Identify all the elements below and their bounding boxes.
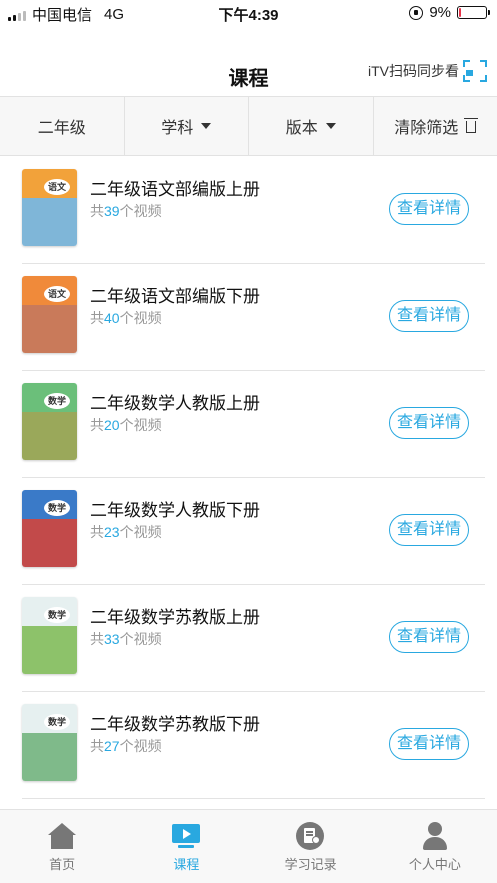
course-video-count: 共27个视频 bbox=[90, 736, 162, 756]
filter-subject[interactable]: 学科 bbox=[125, 97, 249, 155]
cover-label: 数学 bbox=[44, 500, 70, 516]
tab-courses-label: 课程 bbox=[173, 857, 200, 872]
course-title[interactable]: 二年级语文部编版下册 bbox=[90, 282, 260, 307]
course-item[interactable]: 数学 二年级数学人教版上册 共20个视频 查看详情 bbox=[22, 371, 485, 478]
filter-bar: 二年级 学科 版本 清除筛选 bbox=[0, 96, 497, 156]
cover-bottom bbox=[22, 519, 77, 567]
count-prefix: 共 bbox=[90, 310, 104, 326]
count-value: 39 bbox=[104, 203, 120, 219]
course-cover-image[interactable]: 数学 bbox=[22, 597, 77, 674]
scan-icon bbox=[463, 60, 487, 82]
course-item[interactable]: 语文 二年级语文部编版上册 共39个视频 查看详情 bbox=[22, 157, 485, 264]
course-icon bbox=[171, 822, 201, 850]
course-title[interactable]: 二年级数学苏教版上册 bbox=[90, 603, 260, 628]
itv-scan-button[interactable]: iTV扫码同步看 bbox=[368, 60, 487, 82]
course-item[interactable]: 数学 二年级数学苏教版上册 共33个视频 查看详情 bbox=[22, 585, 485, 692]
tab-courses[interactable]: 课程 bbox=[124, 810, 248, 883]
course-video-count: 共33个视频 bbox=[90, 629, 162, 649]
tab-home[interactable]: 首页 bbox=[0, 810, 124, 883]
course-video-count: 共23个视频 bbox=[90, 522, 162, 542]
filter-grade[interactable]: 二年级 bbox=[0, 97, 125, 155]
filter-grade-label: 二年级 bbox=[37, 120, 86, 137]
course-item[interactable]: 语文 二年级语文部编版下册 共40个视频 查看详情 bbox=[22, 264, 485, 371]
course-item[interactable]: 数学 二年级数学苏教版下册 共27个视频 查看详情 bbox=[22, 692, 485, 799]
course-cover-image[interactable]: 语文 bbox=[22, 169, 77, 246]
battery-icon bbox=[457, 6, 490, 19]
count-value: 23 bbox=[104, 524, 120, 540]
count-suffix: 个视频 bbox=[119, 738, 162, 754]
tab-profile-label: 个人中心 bbox=[408, 857, 461, 872]
trash-icon bbox=[464, 118, 479, 133]
course-title[interactable]: 二年级数学人教版下册 bbox=[90, 496, 260, 521]
record-icon bbox=[295, 822, 326, 850]
count-value: 40 bbox=[104, 310, 120, 326]
view-details-button[interactable]: 查看详情 bbox=[389, 300, 469, 332]
cover-label: 语文 bbox=[44, 179, 70, 195]
view-details-button[interactable]: 查看详情 bbox=[389, 728, 469, 760]
view-details-button[interactable]: 查看详情 bbox=[389, 514, 469, 546]
count-suffix: 个视频 bbox=[119, 417, 162, 433]
cover-label: 数学 bbox=[44, 714, 70, 730]
cover-bottom bbox=[22, 198, 77, 246]
orientation-lock-icon bbox=[409, 5, 424, 20]
filter-subject-label: 学科 bbox=[161, 120, 194, 137]
cover-bottom bbox=[22, 305, 77, 353]
filter-edition-label: 版本 bbox=[285, 120, 318, 137]
course-video-count: 共39个视频 bbox=[90, 201, 162, 221]
course-title[interactable]: 二年级语文部编版上册 bbox=[90, 175, 260, 200]
tab-profile[interactable]: 个人中心 bbox=[373, 810, 497, 883]
count-prefix: 共 bbox=[90, 417, 104, 433]
course-cover-image[interactable]: 语文 bbox=[22, 276, 77, 353]
course-video-count: 共20个视频 bbox=[90, 415, 162, 435]
clear-filter-label: 清除筛选 bbox=[394, 120, 459, 137]
person-icon bbox=[420, 822, 450, 850]
count-value: 27 bbox=[104, 738, 120, 754]
caret-down-icon bbox=[325, 123, 336, 129]
course-cover-image[interactable]: 数学 bbox=[22, 383, 77, 460]
count-prefix: 共 bbox=[90, 631, 104, 647]
view-details-button[interactable]: 查看详情 bbox=[389, 193, 469, 225]
course-item[interactable] bbox=[22, 799, 485, 809]
caret-down-icon bbox=[201, 123, 212, 129]
count-prefix: 共 bbox=[90, 203, 104, 219]
course-item[interactable]: 数学 二年级数学人教版下册 共23个视频 查看详情 bbox=[22, 478, 485, 585]
course-list[interactable]: 语文 二年级语文部编版上册 共39个视频 查看详情 语文 二年级语文部编版下册 共40个视频… bbox=[0, 157, 497, 809]
nav-bar: 课程 iTV扫码同步看 bbox=[0, 26, 497, 96]
home-icon bbox=[47, 822, 77, 850]
count-prefix: 共 bbox=[90, 524, 104, 540]
battery-percent: 9% bbox=[429, 4, 451, 21]
course-video-count: 共40个视频 bbox=[90, 308, 162, 328]
count-suffix: 个视频 bbox=[119, 524, 162, 540]
cover-label: 语文 bbox=[44, 286, 70, 302]
tab-study-record-label: 学习记录 bbox=[284, 857, 337, 872]
count-suffix: 个视频 bbox=[119, 310, 162, 326]
cover-bottom bbox=[22, 412, 77, 460]
cover-bottom bbox=[22, 626, 77, 674]
course-cover-image[interactable]: 数学 bbox=[22, 490, 77, 567]
cover-bottom bbox=[22, 733, 77, 781]
count-value: 20 bbox=[104, 417, 120, 433]
status-right: 9% bbox=[409, 4, 490, 21]
view-details-button[interactable]: 查看详情 bbox=[389, 407, 469, 439]
course-cover-image[interactable]: 数学 bbox=[22, 704, 77, 781]
tab-bar: 首页 课程 学习记录 个人中心 bbox=[0, 809, 497, 883]
course-title[interactable]: 二年级数学人教版上册 bbox=[90, 389, 260, 414]
view-details-button[interactable]: 查看详情 bbox=[389, 621, 469, 653]
battery-level bbox=[459, 8, 462, 17]
count-prefix: 共 bbox=[90, 738, 104, 754]
count-suffix: 个视频 bbox=[119, 203, 162, 219]
cover-label: 数学 bbox=[44, 607, 70, 623]
tab-study-record[interactable]: 学习记录 bbox=[249, 810, 373, 883]
tab-home-label: 首页 bbox=[49, 857, 76, 872]
clear-filter-button[interactable]: 清除筛选 bbox=[374, 97, 497, 155]
cover-label: 数学 bbox=[44, 393, 70, 409]
status-bar: 中国电信 4G 下午4:39 9% bbox=[0, 0, 497, 26]
count-value: 33 bbox=[104, 631, 120, 647]
course-title[interactable]: 二年级数学苏教版下册 bbox=[90, 710, 260, 735]
count-suffix: 个视频 bbox=[119, 631, 162, 647]
itv-scan-label: iTV扫码同步看 bbox=[368, 63, 459, 79]
filter-edition[interactable]: 版本 bbox=[249, 97, 374, 155]
